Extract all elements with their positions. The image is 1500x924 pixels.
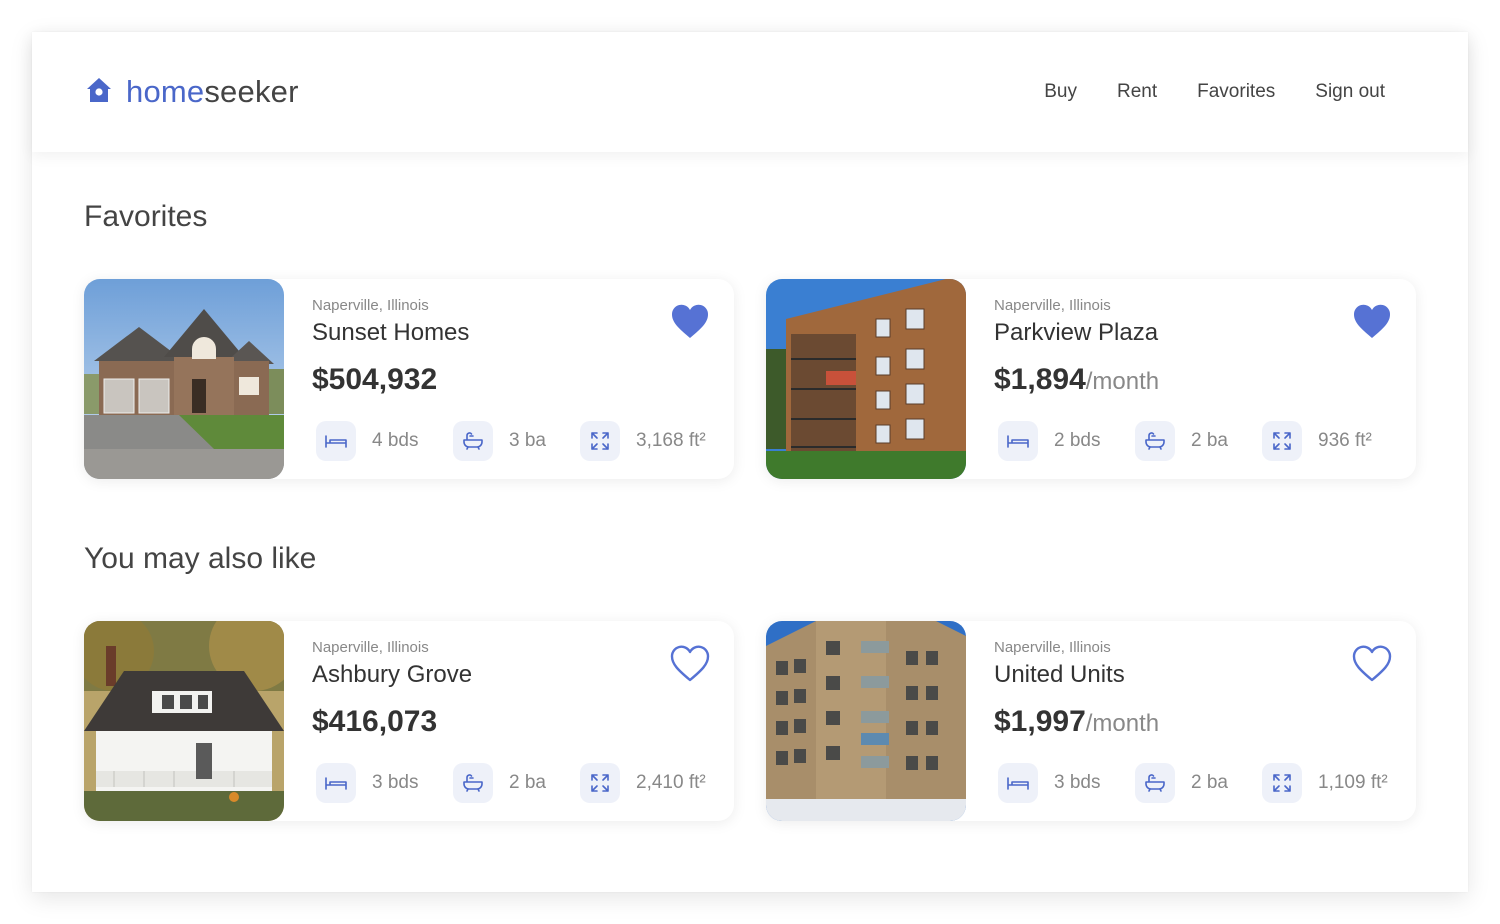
area-value: 936 ft² bbox=[1318, 430, 1372, 451]
price-amount: $1,997 bbox=[994, 705, 1086, 738]
favorite-heart-outline-icon[interactable] bbox=[1352, 645, 1392, 683]
beds-value: 3 bds bbox=[1054, 772, 1101, 793]
top-navbar: homeseeker Buy Rent Favorites Sign out bbox=[32, 32, 1468, 152]
beds-feature: 2 bds bbox=[998, 421, 1100, 461]
bed-icon bbox=[316, 763, 356, 803]
area-feature: 936 ft² bbox=[1262, 421, 1372, 461]
beds-value: 4 bds bbox=[372, 430, 419, 451]
brand-name-home: home bbox=[126, 74, 205, 109]
expand-icon bbox=[580, 421, 620, 461]
beds-feature: 4 bds bbox=[316, 421, 418, 461]
listing-price: $1,894/month bbox=[994, 363, 1159, 397]
bed-icon bbox=[316, 421, 356, 461]
listing-name[interactable]: United Units bbox=[994, 661, 1125, 689]
main-nav: Buy Rent Favorites Sign out bbox=[1044, 78, 1385, 106]
expand-icon bbox=[1262, 421, 1302, 461]
baths-value: 2 ba bbox=[509, 772, 546, 793]
nav-buy[interactable]: Buy bbox=[1044, 78, 1077, 106]
price-period: /month bbox=[1085, 368, 1160, 395]
area-value: 3,168 ft² bbox=[636, 430, 706, 451]
bathtub-icon bbox=[453, 763, 493, 803]
baths-feature: 3 ba bbox=[453, 421, 546, 461]
nav-favorites[interactable]: Favorites bbox=[1197, 78, 1275, 106]
brand-logo[interactable]: homeseeker bbox=[84, 74, 299, 110]
beds-feature: 3 bds bbox=[316, 763, 418, 803]
apartment-block-photo bbox=[766, 621, 966, 821]
expand-icon bbox=[1262, 763, 1302, 803]
baths-feature: 2 ba bbox=[1135, 763, 1228, 803]
listing-location: Naperville, Illinois bbox=[312, 639, 429, 656]
listing-price: $1,997/month bbox=[994, 705, 1159, 739]
listing-location: Naperville, Illinois bbox=[312, 297, 429, 314]
house-icon bbox=[84, 75, 126, 110]
brick-house-photo bbox=[84, 279, 284, 479]
listing-card-ashbury-grove[interactable]: Naperville, Illinois Ashbury Grove $416,… bbox=[84, 621, 734, 821]
listing-name[interactable]: Ashbury Grove bbox=[312, 661, 472, 689]
listing-card-sunset-homes[interactable]: Naperville, Illinois Sunset Homes $504,9… bbox=[84, 279, 734, 479]
baths-value: 3 ba bbox=[509, 430, 546, 451]
baths-feature: 2 ba bbox=[1135, 421, 1228, 461]
price-amount: $1,894 bbox=[994, 363, 1086, 396]
area-value: 2,410 ft² bbox=[636, 772, 706, 793]
nav-sign-out[interactable]: Sign out bbox=[1315, 78, 1385, 106]
bathtub-icon bbox=[453, 421, 493, 461]
bed-icon bbox=[998, 421, 1038, 461]
favorites-heading: Favorites bbox=[84, 200, 208, 233]
nav-rent[interactable]: Rent bbox=[1117, 78, 1157, 106]
apartment-building-photo bbox=[766, 279, 966, 479]
listing-price: $504,932 bbox=[312, 363, 437, 397]
listing-name[interactable]: Sunset Homes bbox=[312, 319, 469, 347]
area-feature: 3,168 ft² bbox=[580, 421, 706, 461]
favorite-heart-icon[interactable] bbox=[1352, 303, 1392, 341]
area-feature: 1,109 ft² bbox=[1262, 763, 1388, 803]
price-amount: $416,073 bbox=[312, 705, 438, 738]
brand-name-seeker: seeker bbox=[204, 74, 299, 109]
listing-location: Naperville, Illinois bbox=[994, 639, 1111, 656]
baths-value: 2 ba bbox=[1191, 772, 1228, 793]
favorite-heart-icon[interactable] bbox=[670, 303, 710, 341]
listing-location: Naperville, Illinois bbox=[994, 297, 1111, 314]
brand-name: homeseeker bbox=[126, 74, 299, 110]
listing-price: $416,073 bbox=[312, 705, 437, 739]
favorite-heart-outline-icon[interactable] bbox=[670, 645, 710, 683]
app-window: homeseeker Buy Rent Favorites Sign out F… bbox=[32, 32, 1468, 892]
beds-value: 2 bds bbox=[1054, 430, 1101, 451]
expand-icon bbox=[580, 763, 620, 803]
beds-feature: 3 bds bbox=[998, 763, 1100, 803]
baths-value: 2 ba bbox=[1191, 430, 1228, 451]
also-like-heading: You may also like bbox=[84, 542, 317, 575]
bathtub-icon bbox=[1135, 763, 1175, 803]
bed-icon bbox=[998, 763, 1038, 803]
bathtub-icon bbox=[1135, 421, 1175, 461]
listing-card-parkview-plaza[interactable]: Naperville, Illinois Parkview Plaza $1,8… bbox=[766, 279, 1416, 479]
white-house-photo bbox=[84, 621, 284, 821]
price-period: /month bbox=[1085, 710, 1160, 737]
area-value: 1,109 ft² bbox=[1318, 772, 1388, 793]
price-amount: $504,932 bbox=[312, 363, 438, 396]
beds-value: 3 bds bbox=[372, 772, 419, 793]
listing-card-united-units[interactable]: Naperville, Illinois United Units $1,997… bbox=[766, 621, 1416, 821]
area-feature: 2,410 ft² bbox=[580, 763, 706, 803]
baths-feature: 2 ba bbox=[453, 763, 546, 803]
listing-name[interactable]: Parkview Plaza bbox=[994, 319, 1158, 347]
